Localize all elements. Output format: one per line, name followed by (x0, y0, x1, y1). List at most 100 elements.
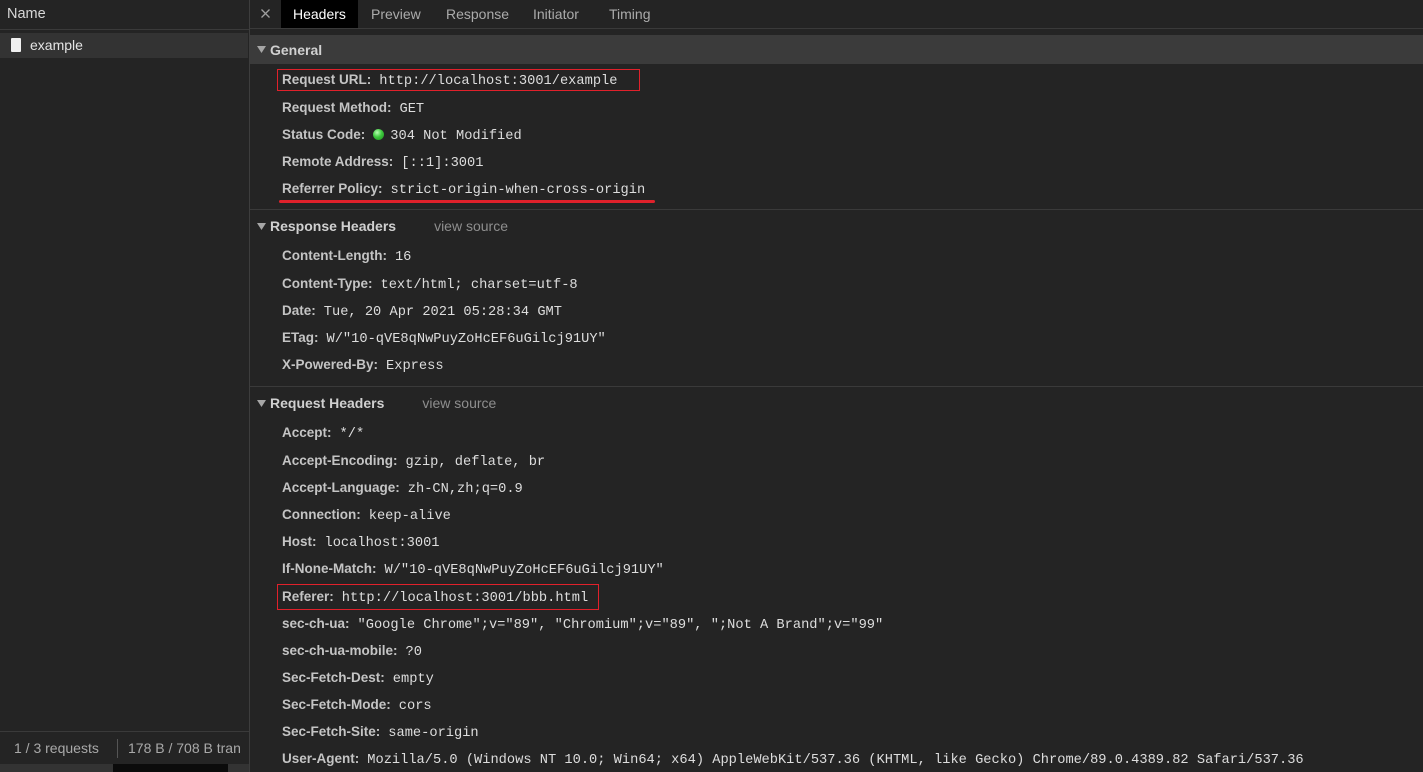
document-icon (11, 38, 21, 52)
details-tab-bar: Headers Preview Response Initiator Timin… (250, 0, 1423, 29)
request-row-if-none-match: If-None-Match: W/"10-qVE8qNwPuyZoHcEF6uGi… (250, 555, 1423, 582)
response-row-etag: ETag: W/"10-qVE8qNwPuyZoHcEF6uGilcj91UY" (250, 324, 1423, 351)
tab-preview[interactable]: Preview (359, 0, 433, 28)
header-key: Accept-Encoding: (282, 452, 398, 468)
request-list-panel: Name example 1 / 3 requests 178 B / 708 … (0, 0, 249, 772)
header-value: gzip, deflate, br (405, 454, 546, 470)
header-key: ETag: (282, 329, 319, 345)
response-row-date: Date: Tue, 20 Apr 2021 05:28:34 GMT (250, 297, 1423, 324)
header-key: Sec-Fetch-Site: (282, 724, 381, 740)
scrollbar-thumb[interactable] (113, 764, 228, 772)
header-value: Express (386, 359, 444, 375)
header-value: [::1]:3001 (401, 155, 484, 171)
section-header-general[interactable]: General (250, 35, 1423, 64)
request-row-accept: Accept: */* (250, 419, 1423, 446)
request-row-sec-ch-ua-mobile: sec-ch-ua-mobile: ?0 (250, 637, 1423, 664)
header-value: text/html; charset=utf-8 (380, 277, 578, 293)
status-code-text: 304 Not Modified (390, 128, 522, 144)
annotation-underline-referrer-policy (279, 200, 655, 203)
name-column-header[interactable]: Name (0, 0, 249, 30)
triangle-down-icon (257, 222, 266, 230)
request-row-sec-fetch-dest: Sec-Fetch-Dest: empty (250, 664, 1423, 691)
tab-headers[interactable]: Headers (281, 0, 358, 28)
request-row-accept-encoding: Accept-Encoding: gzip, deflate, br (250, 447, 1423, 474)
status-dot-icon (373, 128, 385, 140)
header-key: sec-ch-ua: (282, 615, 350, 631)
header-value: cors (398, 699, 432, 715)
close-icon[interactable] (260, 8, 271, 19)
name-column-header-label: Name (7, 6, 46, 22)
horizontal-scrollbar[interactable] (0, 764, 249, 772)
request-row-host: Host: localhost:3001 (250, 528, 1423, 555)
header-value: W/"10-qVE8qNwPuyZoHcEF6uGilcj91UY" (384, 563, 664, 579)
general-row-referrer-policy: Referrer Policy: strict-origin-when-cross… (250, 175, 1423, 202)
header-value: "Google Chrome";v="89", "Chromium";v="89… (357, 617, 884, 633)
header-key: Host: (282, 534, 317, 550)
header-key: Status Code: (282, 126, 366, 142)
header-value: zh-CN,zh;q=0.9 (407, 481, 523, 497)
section-title-request-headers: Request Headers (270, 395, 385, 411)
header-value: localhost:3001 (324, 536, 440, 552)
request-count: 1 / 3 requests (14, 740, 99, 756)
header-key: Referrer Policy: (282, 181, 383, 197)
header-key: sec-ch-ua-mobile: (282, 642, 398, 658)
header-key: Content-Type: (282, 275, 373, 291)
section-title-response-headers: Response Headers (270, 218, 397, 234)
header-value: GET (399, 101, 425, 117)
header-key: Content-Length: (282, 248, 387, 264)
request-row-accept-language: Accept-Language: zh-CN,zh;q=0.9 (250, 474, 1423, 501)
header-value: 304 Not Modified (373, 121, 522, 150)
network-summary-bar: 1 / 3 requests 178 B / 708 B tran (0, 731, 249, 764)
header-value: same-origin (388, 726, 479, 742)
header-key: If-None-Match: (282, 561, 377, 577)
triangle-down-icon (257, 46, 266, 53)
response-row-x-powered-by: X-Powered-By: Express (250, 351, 1423, 378)
header-key: X-Powered-By: (282, 357, 379, 373)
header-key: Sec-Fetch-Mode: (282, 697, 391, 713)
request-row-sec-fetch-site: Sec-Fetch-Site: same-origin (250, 718, 1423, 745)
section-title-general: General (270, 41, 323, 58)
annotation-box-request-url (277, 69, 640, 91)
header-value: Mozilla/5.0 (Windows NT 10.0; Win64; x64… (367, 752, 1304, 768)
header-key: Sec-Fetch-Dest: (282, 670, 385, 686)
tab-response[interactable]: Response (434, 0, 521, 28)
triangle-down-icon (257, 399, 266, 407)
header-key: Remote Address: (282, 153, 394, 169)
request-row-connection: Connection: keep-alive (250, 501, 1423, 528)
section-header-request-headers[interactable]: Request Headers view source (250, 389, 1423, 418)
general-row-remote-address: Remote Address: [::1]:3001 (250, 148, 1423, 175)
request-row-example[interactable]: example (0, 33, 248, 58)
view-source-link[interactable]: view source (434, 218, 508, 234)
header-key: Date: (282, 302, 316, 318)
transfer-size: 178 B / 708 B tran (128, 740, 241, 756)
request-details-panel: Headers Preview Response Initiator Timin… (250, 0, 1423, 772)
general-row-status-code: Status Code: 304 Not Modified (250, 121, 1423, 148)
header-value: Tue, 20 Apr 2021 05:28:34 GMT (323, 304, 562, 320)
response-row-content-length: Content-Length: 16 (250, 242, 1423, 269)
summary-separator (117, 739, 118, 758)
header-value: empty (392, 672, 434, 688)
section-header-response-headers[interactable]: Response Headers view source (250, 212, 1423, 241)
section-divider (250, 209, 1423, 210)
header-value: */* (339, 427, 365, 443)
header-key: Connection: (282, 506, 361, 522)
header-value: 16 (394, 250, 412, 266)
header-key: User-Agent: (282, 750, 360, 766)
header-key: Accept-Language: (282, 479, 400, 495)
header-value: W/"10-qVE8qNwPuyZoHcEF6uGilcj91UY" (326, 331, 606, 347)
general-row-request-method: Request Method: GET (250, 94, 1423, 121)
request-name: example (30, 37, 83, 53)
request-row-sec-ch-ua: sec-ch-ua: "Google Chrome";v="89", "Chrom… (250, 610, 1423, 637)
header-key: Accept: (282, 425, 332, 441)
annotation-box-referer (277, 584, 599, 610)
header-value: keep-alive (368, 508, 451, 524)
section-divider (250, 386, 1423, 387)
header-key: Request Method: (282, 99, 392, 115)
request-row-user-agent: User-Agent: Mozilla/5.0 (Windows NT 10.0;… (250, 746, 1423, 772)
tab-timing[interactable]: Timing (597, 0, 663, 28)
response-header-rows: Content-Length: 16 Content-Type: text/html… (250, 242, 1423, 378)
request-row-sec-fetch-mode: Sec-Fetch-Mode: cors (250, 691, 1423, 718)
tab-initiator[interactable]: Initiator (521, 0, 591, 28)
response-row-content-type: Content-Type: text/html; charset=utf-8 (250, 270, 1423, 297)
view-source-link[interactable]: view source (422, 395, 496, 411)
